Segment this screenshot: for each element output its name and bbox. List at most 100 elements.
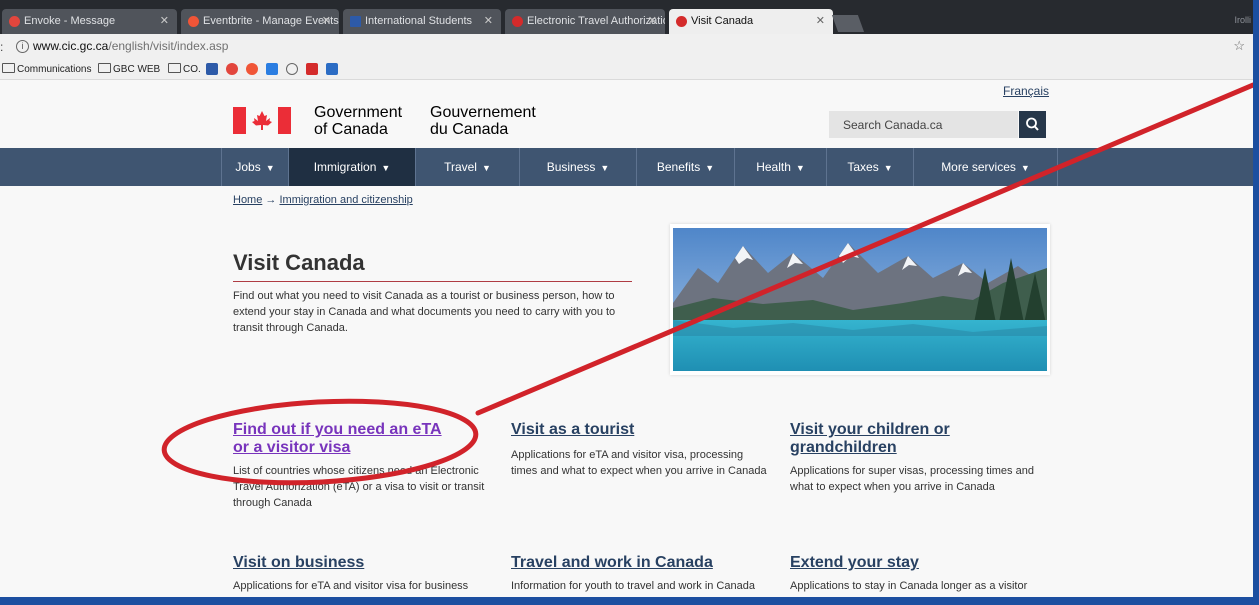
gbc-icon [350,16,361,27]
search-icon [1026,117,1039,131]
maple-leaf-icon [252,111,272,130]
bookmarks-bar: Communications GBC WEB CO. [0,60,1253,80]
tourist-link[interactable]: Visit as a tourist [511,421,771,439]
chevron-down-icon: ▼ [481,163,491,173]
profile-label[interactable]: Irolli [1234,15,1251,25]
menu-more-services[interactable]: More services ▼ [914,148,1058,186]
chevron-down-icon: ▼ [705,163,715,173]
envoke-icon [9,16,20,27]
bookmark-label: GBC WEB [113,64,161,75]
eventbrite-icon[interactable] [246,63,258,75]
travel-work-link[interactable]: Travel and work in Canada [511,554,771,572]
close-icon[interactable]: ✕ [816,9,825,34]
menu-label: Jobs [235,160,261,174]
card-title-line: Visit your children or [790,421,950,438]
menu-jobs[interactable]: Jobs ▼ [221,148,289,186]
gbc-icon[interactable] [206,63,218,75]
search-input[interactable] [829,111,1018,138]
outlook-icon[interactable] [326,63,338,75]
card-travel-work: Travel and work in Canada Information fo… [511,554,771,594]
tab-eventbrite[interactable]: Eventbrite - Manage Events ✕ [181,9,339,34]
eventbrite-icon [188,16,199,27]
folder-icon [2,63,15,73]
page-intro: Find out what you need to visit Canada a… [233,290,616,334]
globe-icon[interactable] [286,63,298,75]
breadcrumb-home[interactable]: Home [233,194,262,206]
maple-leaf-icon [512,16,523,27]
info-icon[interactable]: i [16,40,29,53]
language-link[interactable]: Français [1003,84,1049,98]
children-link[interactable]: Visit your children or grandchildren [790,421,1050,457]
card-title-line: or a visitor visa [233,439,351,456]
menu-benefits[interactable]: Benefits ▼ [637,148,735,186]
breadcrumb-immigration[interactable]: Immigration and citizenship [279,194,412,206]
card-business: Visit on business Applications for eTA a… [233,554,493,594]
gov-name-line: du Canada [430,121,509,138]
bookmark-label: Communications [17,64,92,75]
bookmark-gbc-web[interactable]: GBC WEB [98,63,160,75]
card-eta: Find out if you need an eTA or a visitor… [233,421,493,511]
business-link[interactable]: Visit on business [233,554,493,572]
close-icon[interactable]: ✕ [160,9,169,34]
tab-strip: Envoke - Message ✕ Eventbrite - Manage E… [0,0,1253,34]
menu-label: Business [546,160,596,174]
menu-label: More services [941,160,1016,174]
gov-name-line: Gouvernement [430,104,536,121]
eta-visa-link[interactable]: Find out if you need an eTA or a visitor… [233,421,493,457]
star-icon[interactable]: ☆ [1233,38,1245,54]
url-path: /english/visit/index.asp [108,39,229,53]
tab-label: Visit Canada [691,15,754,27]
tab-envoke[interactable]: Envoke - Message ✕ [2,9,177,34]
breadcrumb: Home → Immigration and citizenship [233,194,413,206]
menu-health[interactable]: Health ▼ [735,148,827,186]
url-host: www.cic.gc.ca [33,39,109,53]
folder-icon [98,63,111,73]
menu-taxes[interactable]: Taxes ▼ [827,148,914,186]
card-description: Applications for eTA and visitor visa, p… [511,449,767,477]
hero-image [670,224,1050,375]
close-icon[interactable]: ✕ [484,9,493,34]
canada-flag-icon [233,107,291,134]
menu-label: Benefits [656,160,701,174]
close-icon[interactable]: ✕ [322,9,331,34]
tab-label: International Students [365,15,473,27]
card-description: List of countries whose citizens need an… [233,465,485,509]
dropbox-icon[interactable] [266,63,278,75]
card-tourist: Visit as a tourist Applications for eTA … [511,421,771,479]
card-title-line: Find out if you need an eTA [233,421,442,438]
bookmark-communications[interactable]: Communications [2,63,91,75]
new-tab-button[interactable] [831,15,865,32]
main-menu: Jobs ▼ Immigration ▼ Travel ▼ Business ▼ Ben… [0,148,1253,186]
tab-label: Envoke - Message [24,15,116,27]
menu-business[interactable]: Business ▼ [520,148,637,186]
menu-label: Travel [444,160,477,174]
address-bar[interactable]: : i www.cic.gc.ca/english/visit/index.as… [0,34,1253,61]
card-description: Information for youth to travel and work… [511,580,755,592]
tab-visit-canada[interactable]: Visit Canada ✕ [669,9,833,34]
extend-stay-link[interactable]: Extend your stay [790,554,1050,572]
card-title-line: grandchildren [790,439,897,456]
tab-eta[interactable]: Electronic Travel Authorization ✕ [505,9,665,34]
bookmark-label: CO. [183,64,201,75]
search-button[interactable] [1019,111,1046,138]
browser-window: Envoke - Message ✕ Eventbrite - Manage E… [0,0,1253,597]
bookmark-co[interactable]: CO. [168,63,201,75]
close-icon[interactable]: ✕ [648,9,657,34]
envoke-icon[interactable] [226,63,238,75]
card-children: Visit your children or grandchildren App… [790,421,1050,495]
chevron-down-icon: ▼ [795,163,805,173]
reload-icon[interactable]: : [0,40,3,54]
maple-leaf-icon[interactable] [306,63,318,75]
menu-label: Health [756,160,791,174]
web-page: Français Government of Canada Gouverneme… [0,80,1253,597]
page-title: Visit Canada [233,250,365,275]
menu-immigration[interactable]: Immigration ▼ [289,148,416,186]
gov-name-line: Government [314,104,403,121]
tab-international-students[interactable]: International Students ✕ [343,9,501,34]
menu-travel[interactable]: Travel ▼ [416,148,520,186]
folder-icon [168,63,181,73]
card-description: Applications for eTA and visitor visa fo… [233,580,469,592]
card-extend-stay: Extend your stay Applications to stay in… [790,554,1050,594]
card-description: Applications to stay in Canada longer as… [790,580,1028,592]
url-text[interactable]: www.cic.gc.ca/english/visit/index.asp [33,39,228,53]
